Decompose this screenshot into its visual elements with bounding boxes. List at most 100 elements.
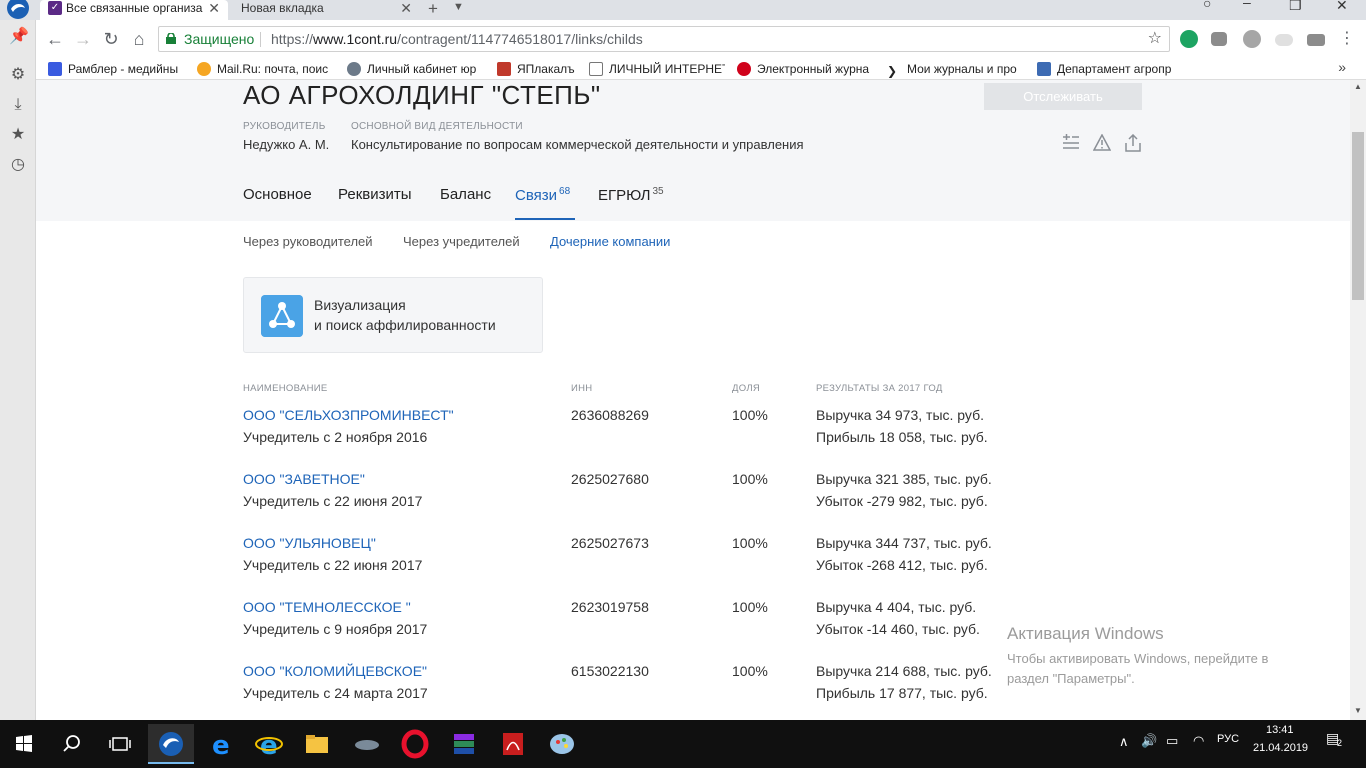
scroll-up-icon[interactable]: ▲ [1354,82,1362,91]
home-icon[interactable]: ⌂ [128,28,150,50]
close-window-icon[interactable]: ✕ [1336,0,1348,14]
battery-icon[interactable]: ▭ [1166,733,1178,749]
tab-new[interactable]: Новая вкладка ✕ [232,0,420,20]
language-indicator[interactable]: РУС [1217,733,1239,745]
bookmark-item[interactable]: Mail.Ru: почта, поис [195,60,335,78]
rambler-icon [48,62,62,76]
scrollbar-thumb[interactable] [1352,132,1364,300]
tab-egrul[interactable]: ЕГРЮЛ 35 [598,186,664,204]
star-icon[interactable]: ★ [9,126,27,144]
track-button[interactable]: Отслеживать [984,83,1142,110]
tray-chevron-icon[interactable]: ∧ [1119,734,1129,750]
company-link[interactable]: ООО "ЗАВЕТНОЕ" [243,471,365,487]
address-bar[interactable]: Защищено https://www.1cont.ru/contragent… [158,26,1170,52]
bookmark-item[interactable]: Департамент агропр [1035,60,1175,78]
visualization-card[interactable]: Визуализация и поиск аффилированности [243,277,543,353]
visualization-subtitle: и поиск аффилированности [314,317,496,333]
tab-active[interactable]: ✓ Все связанные организа ✕ [40,0,228,20]
volume-icon[interactable]: 🔊 [1141,733,1157,749]
minimize-icon[interactable]: – [1243,0,1251,10]
new-tab-icon[interactable]: + [428,0,438,19]
task-view-icon[interactable] [104,728,136,760]
tab-requisites[interactable]: Реквизиты [338,186,412,203]
extension-gray-icon[interactable] [1243,30,1261,48]
company-link[interactable]: ООО "ТЕМНОЛЕССКОЕ " [243,599,411,615]
download-icon[interactable]: ⤓ [9,96,27,114]
tab-balance[interactable]: Баланс [440,186,491,203]
founder-since: Учредитель с 22 июня 2017 [243,493,423,509]
close-tab-icon[interactable]: ✕ [400,0,412,17]
company-link[interactable]: ООО "УЛЬЯНОВЕЦ" [243,535,376,551]
pin-icon[interactable]: 📌 [9,28,29,46]
mailru-icon [197,62,211,76]
revenue-value: Выручка 321 385, тыс. руб. [816,471,992,487]
pdf-reader-icon[interactable] [497,728,529,760]
page-icon [589,62,603,76]
inn-value: 2625027680 [571,471,649,487]
company-link[interactable]: ООО "СЕЛЬХОЗПРОМИНВЕСТ" [243,407,454,423]
founder-since: Учредитель с 2 ноября 2016 [243,429,428,445]
subnav-via-directors[interactable]: Через руководителей [243,234,373,249]
wifi-icon[interactable]: ◠ [1193,733,1204,749]
history-icon[interactable]: ◷ [9,156,27,174]
browser-logo-icon[interactable] [5,0,31,20]
page-scrollbar[interactable]: ▲ ▼ [1350,80,1366,720]
profit-value: Убыток -14 460, тыс. руб. [816,621,980,637]
browser-menu-icon[interactable]: ⋮ [1336,28,1358,50]
windows-start-icon[interactable] [8,728,40,760]
scroll-down-icon[interactable]: ▼ [1354,706,1362,715]
svg-text:e: e [260,731,278,760]
warning-icon[interactable] [1093,134,1111,152]
table-row: ООО "ЗАВЕТНОЕ" Учредитель с 22 июня 2017… [243,471,1043,535]
winrar-icon[interactable] [448,728,480,760]
cloud-icon[interactable] [1275,34,1293,46]
column-header-share: ДОЛЯ [732,383,761,394]
internet-explorer-icon[interactable]: e [253,728,285,760]
subnav-via-founders[interactable]: Через учредителей [403,234,520,249]
add-to-list-icon[interactable] [1062,134,1080,152]
windows-taskbar: e e ∧ 🔊 ▭ ◠ РУС 13:41 21.04.2019 ▤ 2 [0,720,1366,768]
menu-dot-icon[interactable]: ○ [1203,0,1211,11]
share-icon[interactable] [1124,134,1142,152]
file-explorer-icon[interactable] [301,728,333,760]
close-tab-icon[interactable]: ✕ [208,0,220,17]
bookmark-item[interactable]: ЯПлакалъ [495,60,580,78]
windows-activation-watermark: Активация Windows Чтобы активировать Win… [1007,624,1327,689]
bookmark-item[interactable]: Рамблер - медийны [46,60,186,78]
opera-icon[interactable] [399,728,431,760]
extension-green-icon[interactable] [1180,30,1198,48]
table-row: ООО "УЛЬЯНОВЕЦ" Учредитель с 22 июня 201… [243,535,1043,599]
secure-label: Защищено [184,31,255,47]
app-icon[interactable] [351,728,383,760]
tab-main[interactable]: Основное [243,186,312,203]
subnav-subsidiaries[interactable]: Дочерние компании [550,234,670,249]
paint-icon[interactable] [546,728,578,760]
bookmark-item[interactable]: ЛИЧНЫЙ ИНТЕРНЕТ [587,60,725,78]
company-link[interactable]: ООО "КОЛОМИЙЦЕВСКОЕ" [243,663,427,679]
browser-app-icon [159,732,183,756]
column-header-results: РЕЗУЛЬТАТЫ ЗА 2017 ГОД [816,383,943,394]
clock-date[interactable]: 21.04.2019 [1253,742,1308,754]
edge-icon[interactable]: e [205,728,237,760]
bookmark-item[interactable]: ❯ Мои журналы и про [885,60,1025,78]
bookmark-item[interactable]: Электронный журна [735,60,875,78]
extension-box-icon[interactable] [1307,34,1325,46]
settings-icon[interactable]: ⚙ [9,66,27,84]
bookmark-star-icon[interactable]: ☆ [1148,27,1162,51]
more-bookmarks-icon[interactable]: » [1338,59,1346,75]
chat-icon[interactable] [1211,32,1227,46]
forward-icon[interactable]: → [72,28,94,50]
clock-time[interactable]: 13:41 [1266,724,1294,736]
taskbar-browser-app[interactable] [148,724,194,764]
reload-icon[interactable]: ↻ [100,28,122,50]
search-icon[interactable] [56,728,88,760]
restore-icon[interactable]: ❐ [1289,0,1302,14]
tab-menu-icon[interactable]: ▼ [453,1,464,13]
tab-links[interactable]: Связи 68 [515,186,570,204]
bookmark-item[interactable]: Личный кабинет юр [345,60,485,78]
inn-value: 6153022130 [571,663,649,679]
profit-value: Прибыль 17 877, тыс. руб. [816,685,988,701]
founder-since: Учредитель с 22 июня 2017 [243,557,423,573]
revenue-value: Выручка 34 973, тыс. руб. [816,407,984,423]
back-icon[interactable]: ← [44,28,66,50]
